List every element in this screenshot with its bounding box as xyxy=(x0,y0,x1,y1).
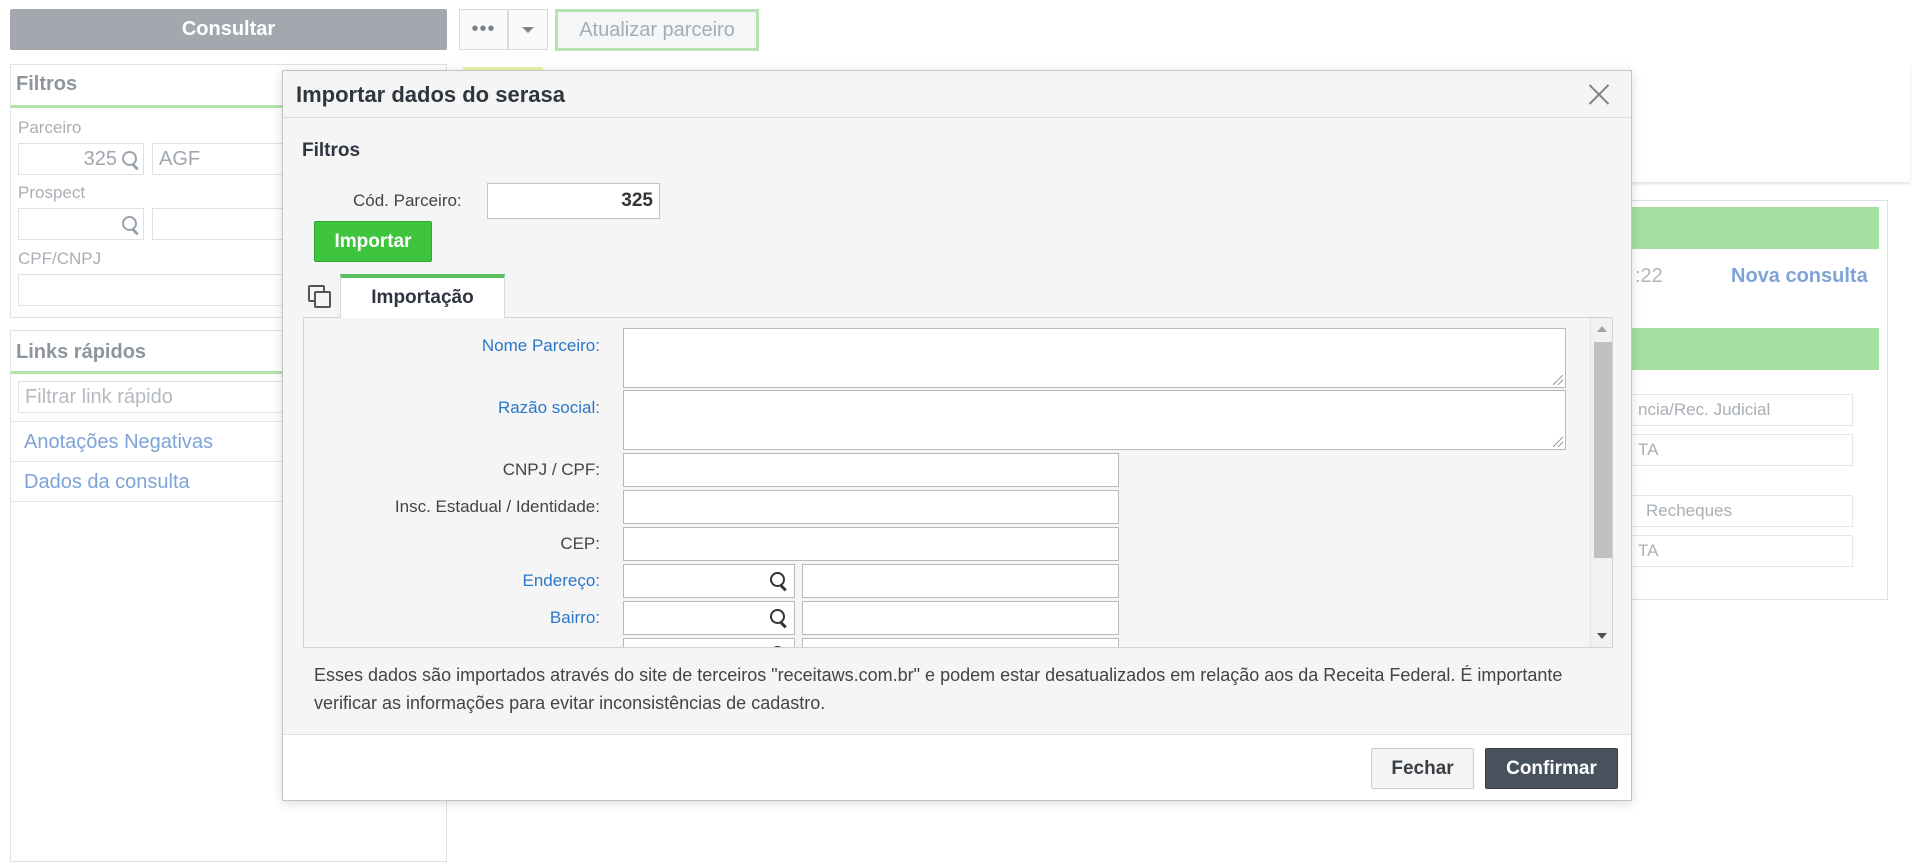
endereco-code-input[interactable] xyxy=(623,564,795,598)
quick-link-item-divider xyxy=(11,421,291,422)
quick-link-dados-consulta[interactable]: Dados da consulta xyxy=(24,471,190,494)
search-icon[interactable] xyxy=(121,215,139,233)
copy-icon[interactable] xyxy=(308,285,332,309)
scroll-thumb[interactable] xyxy=(1594,342,1612,558)
atualizar-parceiro-button[interactable]: Atualizar parceiro xyxy=(555,9,759,51)
cod-parceiro-value: 325 xyxy=(621,190,653,211)
quick-link-filter-input[interactable]: Filtrar link rápido xyxy=(18,381,302,413)
prospect-name-input[interactable] xyxy=(152,208,302,240)
dialog-footer: Fechar Confirmar xyxy=(283,734,1631,800)
insc-estadual-input[interactable] xyxy=(623,490,1119,524)
cep-label: CEP: xyxy=(560,534,600,553)
razao-social-textarea[interactable] xyxy=(623,390,1566,450)
cpf-cnpj-label: CPF/CNPJ xyxy=(18,249,102,268)
endereco-label[interactable]: Endereço: xyxy=(304,571,601,591)
close-icon[interactable] xyxy=(1585,80,1613,108)
result-cell-value-2: TA xyxy=(1631,535,1853,567)
result-panel: :22 Nova consulta ncia/Rec. Judicial TA … xyxy=(1630,200,1888,600)
parceiro-code-input[interactable]: 325 xyxy=(18,143,144,175)
parceiro-name-input[interactable]: AGF xyxy=(152,143,302,175)
scroll-down-icon[interactable] xyxy=(1597,633,1607,639)
scroll-up-icon[interactable] xyxy=(1597,326,1607,332)
dialog-header: Importar dados do serasa xyxy=(283,71,1631,118)
cod-parceiro-label: Cód. Parceiro: xyxy=(353,191,462,210)
endereco-description-input[interactable] xyxy=(802,564,1119,598)
razao-social-label[interactable]: Razão social: xyxy=(304,398,600,418)
form-scrollbar[interactable] xyxy=(1590,318,1612,647)
bairro-description-input[interactable] xyxy=(802,601,1119,635)
next-description-input[interactable] xyxy=(802,638,1119,647)
quick-links-title: Links rápidos xyxy=(16,341,147,363)
bairro-code-input[interactable] xyxy=(623,601,795,635)
insc-estadual-label: Insc. Estadual / Identidade: xyxy=(394,497,600,516)
parceiro-code-value: 325 xyxy=(83,147,117,170)
cpf-cnpj-input[interactable] xyxy=(18,274,302,306)
parceiro-name-value: AGF xyxy=(159,147,201,170)
next-code-input[interactable] xyxy=(623,638,795,647)
tab-importacao[interactable]: Importação xyxy=(340,274,505,318)
search-icon[interactable] xyxy=(769,645,787,647)
result-time: :22 xyxy=(1635,265,1663,287)
filters-title: Filtros xyxy=(16,73,78,95)
bairro-label[interactable]: Bairro: xyxy=(304,608,600,628)
result-cell-recheques: Recheques xyxy=(1631,495,1853,527)
parceiro-label: Parceiro xyxy=(18,118,82,137)
nome-parceiro-textarea[interactable] xyxy=(623,328,1566,388)
dropdown-caret-button[interactable] xyxy=(508,9,548,50)
result-cell-value-1: TA xyxy=(1631,434,1853,466)
consultar-button[interactable]: Consultar xyxy=(10,9,447,50)
quick-link-anotacoes-negativas[interactable]: Anotações Negativas xyxy=(24,431,213,454)
prospect-code-input[interactable] xyxy=(18,208,144,240)
cnpj-cpf-input[interactable] xyxy=(623,453,1119,487)
quick-link-item-divider xyxy=(11,501,291,502)
result-section-bar xyxy=(1631,328,1879,370)
search-icon[interactable] xyxy=(121,150,139,168)
search-icon[interactable] xyxy=(769,571,787,589)
nome-parceiro-label[interactable]: Nome Parceiro: xyxy=(304,336,600,356)
prospect-label: Prospect xyxy=(18,183,86,202)
fechar-button[interactable]: Fechar xyxy=(1371,748,1474,789)
search-icon[interactable] xyxy=(769,608,787,626)
import-form: Nome Parceiro: Razão social: CNPJ / CPF:… xyxy=(303,317,1613,648)
cep-input[interactable] xyxy=(623,527,1119,561)
result-header-bar xyxy=(1631,207,1879,249)
cnpj-cpf-label: CNPJ / CPF: xyxy=(502,460,600,479)
filters-underline xyxy=(11,105,291,108)
quick-links-underline xyxy=(11,371,291,374)
more-options-button[interactable]: ••• xyxy=(459,9,508,50)
right-top-card xyxy=(1630,64,1910,182)
quick-link-filter-placeholder: Filtrar link rápido xyxy=(25,385,173,408)
cod-parceiro-input[interactable]: 325 xyxy=(487,183,660,219)
confirmar-button[interactable]: Confirmar xyxy=(1485,748,1618,789)
import-notice: Esses dados são importados através do si… xyxy=(314,665,1563,713)
nova-consulta-link[interactable]: Nova consulta xyxy=(1731,265,1868,288)
dialog-filters-title: Filtros xyxy=(302,140,361,161)
dialog-title: Importar dados do serasa xyxy=(296,82,565,107)
quick-link-item-divider xyxy=(11,461,291,462)
import-serasa-dialog: Importar dados do serasa Filtros Cód. Pa… xyxy=(282,70,1632,801)
result-cell-recuperacao: ncia/Rec. Judicial xyxy=(1631,394,1853,426)
importar-button[interactable]: Importar xyxy=(314,221,432,262)
